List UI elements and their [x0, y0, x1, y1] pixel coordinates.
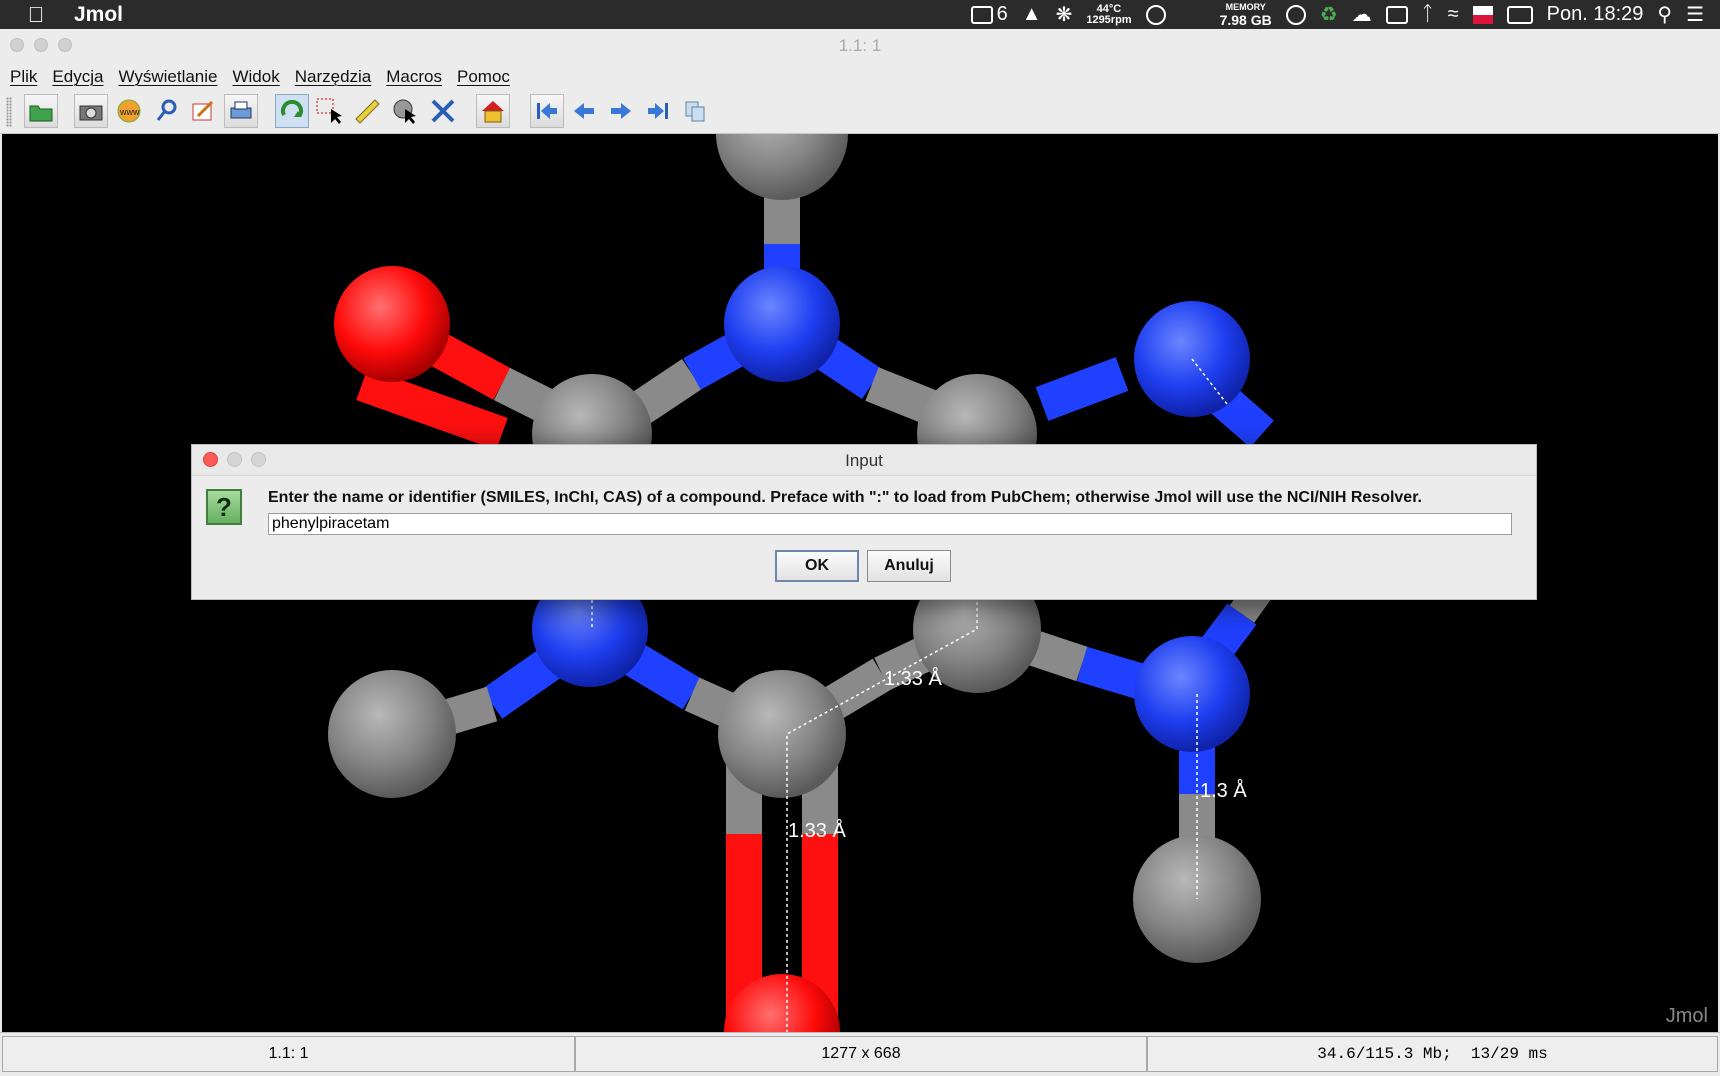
jmol-watermark: Jmol: [1665, 1005, 1708, 1027]
toolbar: www: [0, 91, 1720, 134]
cloud-icon[interactable]: ☁: [1352, 2, 1372, 27]
svg-text:www: www: [119, 107, 140, 117]
window-title: 1.1: 1: [838, 36, 882, 55]
spin-icon[interactable]: [426, 94, 460, 128]
creative-cloud-icon[interactable]: [1145, 4, 1166, 25]
drive-icon[interactable]: ▲: [1022, 3, 1042, 26]
question-icon: ?: [206, 489, 242, 525]
status-frame: 1.1: 1: [2, 1036, 575, 1072]
status-stats: 34.6/115.3 Mb; 13/29 ms: [1147, 1036, 1718, 1072]
recycle-icon[interactable]: ♻: [1320, 2, 1338, 27]
ruler-icon[interactable]: [350, 94, 384, 128]
atom-nitrogen: [1134, 636, 1250, 752]
atom-carbon: [716, 134, 848, 200]
menu-macros[interactable]: Macros: [386, 67, 442, 87]
first-frame-icon[interactable]: [530, 94, 564, 128]
print-icon[interactable]: [224, 94, 258, 128]
menu-narzedzia[interactable]: Narzędzia: [295, 67, 372, 87]
battery-icon[interactable]: [1506, 5, 1533, 24]
select-icon[interactable]: [312, 94, 346, 128]
menu-plik[interactable]: Plik: [10, 67, 37, 87]
keyboard-icon[interactable]: [1385, 5, 1408, 24]
www-icon[interactable]: www: [112, 94, 146, 128]
memory-readout[interactable]: MEMORY 7.98 GB: [1220, 2, 1272, 27]
menu-widok[interactable]: Widok: [232, 67, 279, 87]
input-dialog: Input ? Enter the name or identifier (SM…: [191, 444, 1537, 600]
edit-icon[interactable]: [186, 94, 220, 128]
app-name[interactable]: Jmol: [74, 3, 123, 27]
pick-icon[interactable]: [388, 94, 422, 128]
bluetooth-icon[interactable]: ᛏ: [1422, 3, 1434, 26]
wifi-icon[interactable]: ≈: [1448, 3, 1459, 26]
fan-icon[interactable]: ❋: [1056, 2, 1073, 27]
compound-input[interactable]: [268, 513, 1512, 535]
app-menu-bar: Plik Edycja Wyświetlanie Widok Narzędzia…: [0, 63, 1720, 91]
window-titlebar[interactable]: 1.1: 1: [0, 29, 1720, 64]
menu-wyswietlanie[interactable]: Wyświetlanie: [118, 67, 217, 87]
atom-nitrogen: [724, 266, 840, 382]
apple-icon[interactable]: : [26, 2, 46, 28]
atom-carbon: [328, 670, 456, 798]
mac-menubar:  Jmol 6 ▲ ❋ 44°C1295rpm MEMORY7.98 GB ♻…: [0, 0, 1720, 29]
status-bar: 1.1: 1 1277 x 668 34.6/115.3 Mb; 13/29 m…: [0, 1032, 1720, 1076]
home-icon[interactable]: [476, 94, 510, 128]
copy-frames-icon[interactable]: [679, 94, 713, 128]
flag-icon[interactable]: [1472, 5, 1493, 24]
notes-icon[interactable]: [970, 5, 993, 24]
open-icon[interactable]: [24, 94, 58, 128]
menu-edycja[interactable]: Edycja: [52, 67, 103, 87]
temp-readout[interactable]: 44°C 1295rpm: [1086, 3, 1131, 26]
key-icon[interactable]: [150, 94, 184, 128]
dialog-title: Input: [845, 451, 883, 470]
status-size: 1277 x 668: [575, 1036, 1147, 1072]
clock[interactable]: Pon. 18:29: [1547, 3, 1644, 26]
atom-carbon: [718, 670, 846, 798]
notification-center-icon[interactable]: ☰: [1686, 2, 1704, 27]
measurement-label: 1.33 Å: [788, 820, 846, 842]
notification-count: 6: [996, 3, 1008, 25]
sync-icon[interactable]: [1285, 4, 1306, 25]
atom-oxygen: [334, 266, 450, 382]
prev-frame-icon[interactable]: [567, 94, 601, 128]
last-frame-icon[interactable]: [641, 94, 675, 128]
cancel-button[interactable]: Anuluj: [867, 550, 951, 582]
measurement-label: 1.33 Å: [884, 668, 942, 690]
ok-button[interactable]: OK: [775, 550, 859, 582]
toolbar-grip[interactable]: [6, 97, 12, 127]
dialog-prompt: Enter the name or identifier (SMILES, In…: [268, 489, 1422, 506]
menu-pomoc[interactable]: Pomoc: [457, 67, 510, 87]
menubar-status-area: 6 ▲ ❋ 44°C 1295rpm MEMORY 7.98 GB ♻ ☁ ᛏ ≈ …: [970, 0, 1704, 29]
dialog-titlebar[interactable]: Input: [192, 445, 1536, 476]
rotate-icon[interactable]: [275, 94, 309, 128]
camera-icon[interactable]: [74, 94, 108, 128]
next-frame-icon[interactable]: [604, 94, 638, 128]
measurement-label: 1.3 Å: [1200, 780, 1247, 802]
spotlight-search-icon[interactable]: ⚲: [1657, 2, 1672, 27]
